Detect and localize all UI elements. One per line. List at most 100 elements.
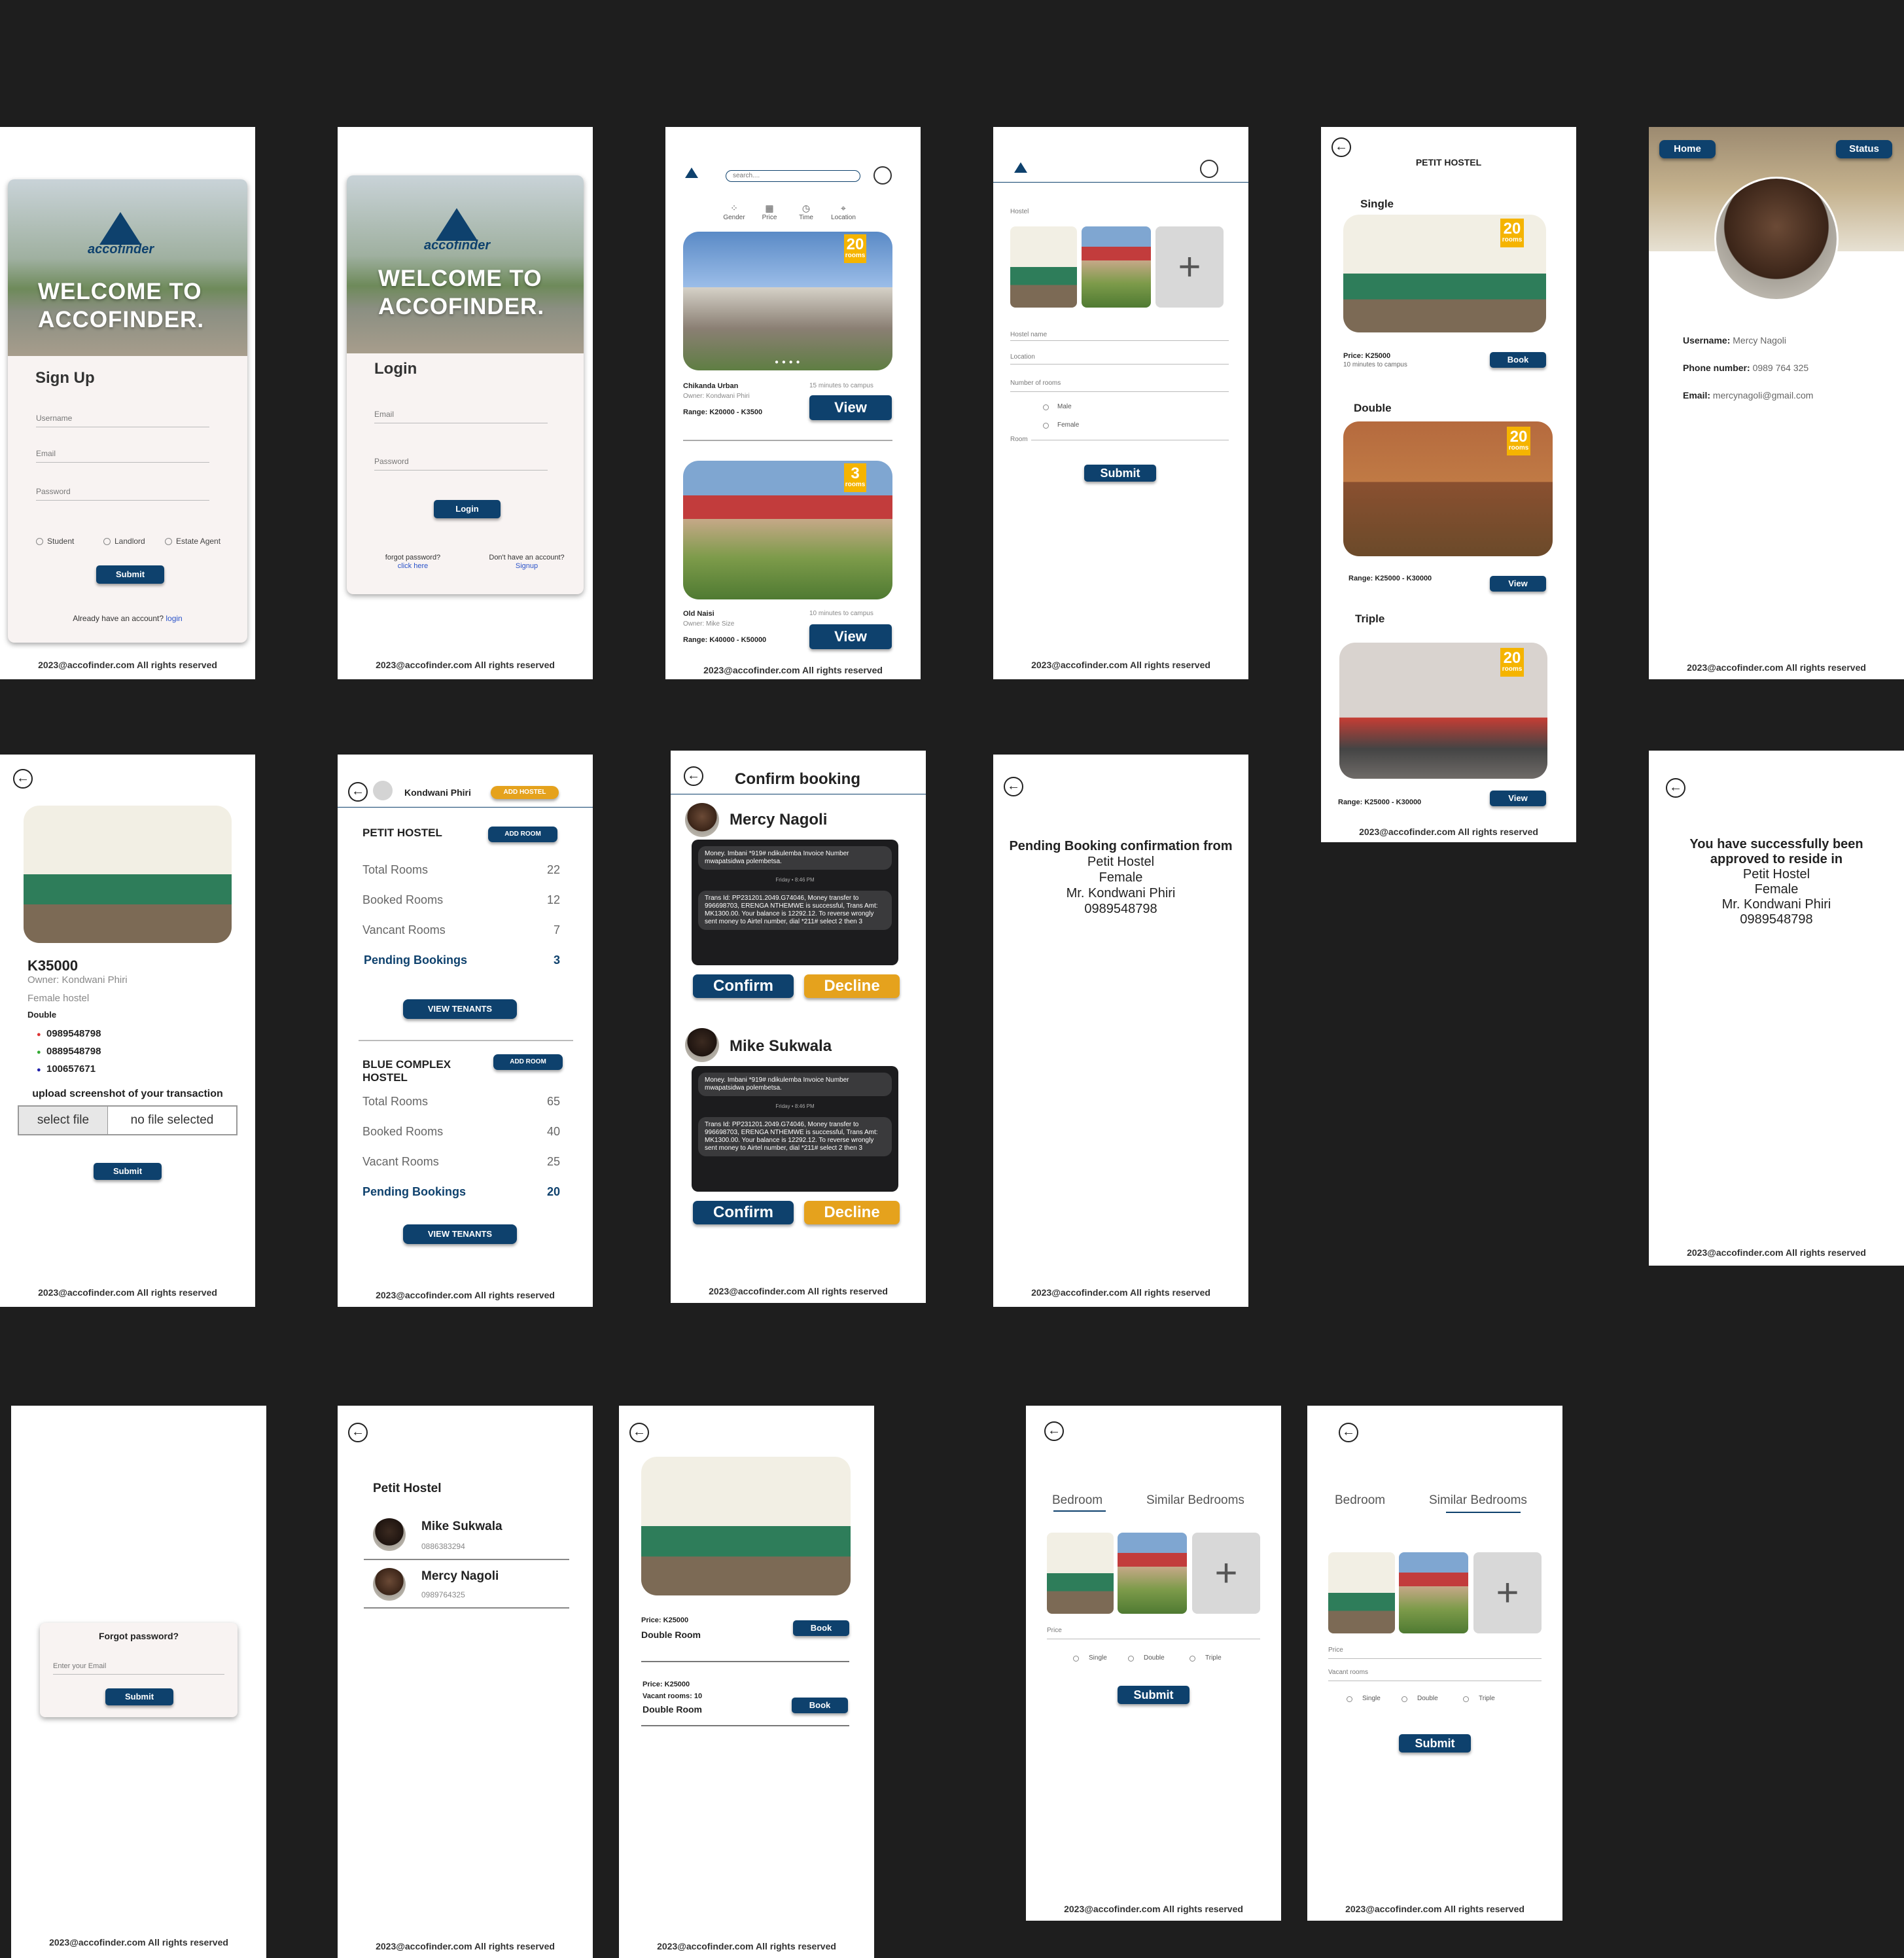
profile-icon[interactable] (1200, 160, 1218, 178)
price-field[interactable]: Price (1047, 1627, 1062, 1634)
view-tenants-button[interactable]: VIEW TENANTS (403, 1224, 517, 1244)
female-radio[interactable] (1043, 423, 1049, 429)
back-arrow-icon[interactable]: ← (1666, 778, 1685, 798)
single-radio[interactable] (1347, 1696, 1352, 1702)
status-button[interactable]: Status (1836, 140, 1892, 158)
home-button[interactable]: Home (1659, 140, 1716, 158)
double-radio[interactable] (1402, 1696, 1407, 1702)
add-room-button[interactable]: ADD ROOM (488, 827, 557, 842)
username-field[interactable]: Username (36, 414, 72, 423)
view-button[interactable]: View (809, 395, 892, 420)
add-room-button[interactable]: ADD ROOM (493, 1054, 563, 1070)
room-image[interactable]: 20 rooms (1343, 215, 1546, 332)
bedroom-photo[interactable] (1399, 1552, 1468, 1633)
signup-link[interactable]: Signup (478, 562, 576, 571)
listing-owner: Owner: Mike Size (683, 620, 735, 628)
profile-icon[interactable] (873, 166, 892, 185)
triple-radio[interactable] (1190, 1656, 1195, 1662)
back-arrow-icon[interactable]: ← (1004, 777, 1023, 796)
back-arrow-icon[interactable]: ← (348, 782, 368, 802)
back-arrow-icon[interactable]: ← (13, 769, 33, 789)
single-radio[interactable] (1073, 1656, 1079, 1662)
book-button[interactable]: Book (793, 1620, 849, 1636)
bedroom-photo[interactable] (1118, 1533, 1187, 1614)
pending-bookings-link[interactable]: Pending Bookings (362, 1185, 466, 1199)
tab-similar[interactable]: Similar Bedrooms (1429, 1493, 1527, 1508)
hostel-name-field[interactable]: Hostel name (1010, 331, 1047, 338)
confirm-button[interactable]: Confirm (693, 1201, 794, 1224)
page-title: Confirm booking (735, 770, 860, 788)
footer: 2023@accofinder.com All rights reserved (376, 1941, 555, 1951)
submit-button[interactable]: Submit (96, 565, 164, 584)
filter-gender[interactable]: ⁘ Gender (718, 203, 750, 221)
bedroom-photo[interactable] (1328, 1552, 1395, 1633)
add-photo-button[interactable]: + (1473, 1552, 1542, 1633)
back-arrow-icon[interactable]: ← (629, 1423, 649, 1442)
view-button[interactable]: View (809, 624, 892, 649)
book-button[interactable]: Book (792, 1698, 848, 1713)
select-file-button[interactable]: select file (19, 1107, 108, 1134)
listing-image[interactable]: 3 rooms (683, 461, 892, 599)
filter-location[interactable]: ⌖ Location (825, 203, 862, 221)
view-button[interactable]: View (1490, 576, 1546, 592)
back-arrow-icon[interactable]: ← (1331, 137, 1351, 157)
back-arrow-icon[interactable]: ← (1339, 1423, 1358, 1442)
view-button[interactable]: View (1490, 791, 1546, 806)
login-button[interactable]: Login (434, 500, 501, 518)
decline-button[interactable]: Decline (804, 974, 900, 998)
file-input[interactable]: select file no file selected (18, 1105, 238, 1135)
tab-bedroom[interactable]: Bedroom (1052, 1493, 1102, 1508)
room-field[interactable]: Room (1010, 436, 1028, 443)
email-input[interactable]: Enter your Email (53, 1662, 106, 1670)
submit-button[interactable]: Submit (105, 1688, 173, 1705)
total-rooms-label: Total Rooms (362, 1095, 429, 1108)
hostel-photo[interactable] (1082, 226, 1151, 308)
submit-button[interactable]: Submit (1118, 1686, 1190, 1704)
view-tenants-button[interactable]: VIEW TENANTS (403, 999, 517, 1019)
location-field[interactable]: Location (1010, 353, 1035, 361)
role-radio-student[interactable] (36, 538, 43, 545)
rooms-badge: 20 rooms (1500, 648, 1524, 677)
male-radio[interactable] (1043, 404, 1049, 410)
back-arrow-icon[interactable]: ← (684, 766, 703, 786)
tab-similar[interactable]: Similar Bedrooms (1146, 1493, 1244, 1508)
password-field[interactable]: Password (374, 457, 409, 466)
email-field[interactable]: Email (374, 410, 394, 419)
back-arrow-icon[interactable]: ← (1044, 1421, 1064, 1441)
back-arrow-icon[interactable]: ← (348, 1423, 368, 1442)
triple-radio[interactable] (1463, 1696, 1469, 1702)
carousel-dots: ● ● ● ● (775, 359, 801, 366)
vacant-rooms-field[interactable]: Vacant rooms (1328, 1669, 1368, 1676)
room-image[interactable]: 20 rooms (1343, 421, 1553, 556)
filter-price[interactable]: ▦ Price (755, 203, 784, 221)
role-radio-agent[interactable] (165, 538, 172, 545)
email-field[interactable]: Email (36, 449, 56, 458)
password-field[interactable]: Password (36, 487, 71, 496)
add-photo-button[interactable]: + (1155, 226, 1224, 308)
role-radio-landlord[interactable] (103, 538, 111, 545)
add-hostel-button[interactable]: ADD HOSTEL (491, 786, 559, 799)
submit-button[interactable]: Submit (94, 1163, 162, 1180)
search-input[interactable]: search.... (726, 170, 860, 182)
price-field[interactable]: Price (1328, 1646, 1343, 1654)
pending-bookings-link[interactable]: Pending Bookings (364, 953, 467, 967)
bedroom-photo[interactable] (1047, 1533, 1114, 1614)
double-radio[interactable] (1128, 1656, 1134, 1662)
book-button[interactable]: Book (1490, 352, 1546, 368)
active-tab-underline (1053, 1510, 1106, 1512)
filter-time[interactable]: ◷ Time (792, 203, 820, 221)
room-distance: 10 minutes to campus (1343, 361, 1407, 368)
submit-button[interactable]: Submit (1084, 465, 1156, 482)
click-here-link[interactable]: click here (377, 562, 449, 571)
submit-button[interactable]: Submit (1399, 1734, 1471, 1753)
login-link[interactable]: login (166, 614, 182, 623)
add-photo-button[interactable]: + (1192, 1533, 1260, 1614)
tab-bedroom[interactable]: Bedroom (1335, 1493, 1385, 1508)
rooms-field[interactable]: Number of rooms (1010, 380, 1061, 387)
room-image[interactable]: 20 rooms (1339, 643, 1547, 779)
confirm-button[interactable]: Confirm (693, 974, 794, 998)
hostel-photo[interactable] (1010, 226, 1077, 308)
decline-button[interactable]: Decline (804, 1201, 900, 1224)
transaction-screenshot: Money. Imbani *919# ndikulemba Invoice N… (692, 840, 898, 965)
listing-image[interactable]: 20 rooms ● ● ● ● (683, 232, 892, 370)
